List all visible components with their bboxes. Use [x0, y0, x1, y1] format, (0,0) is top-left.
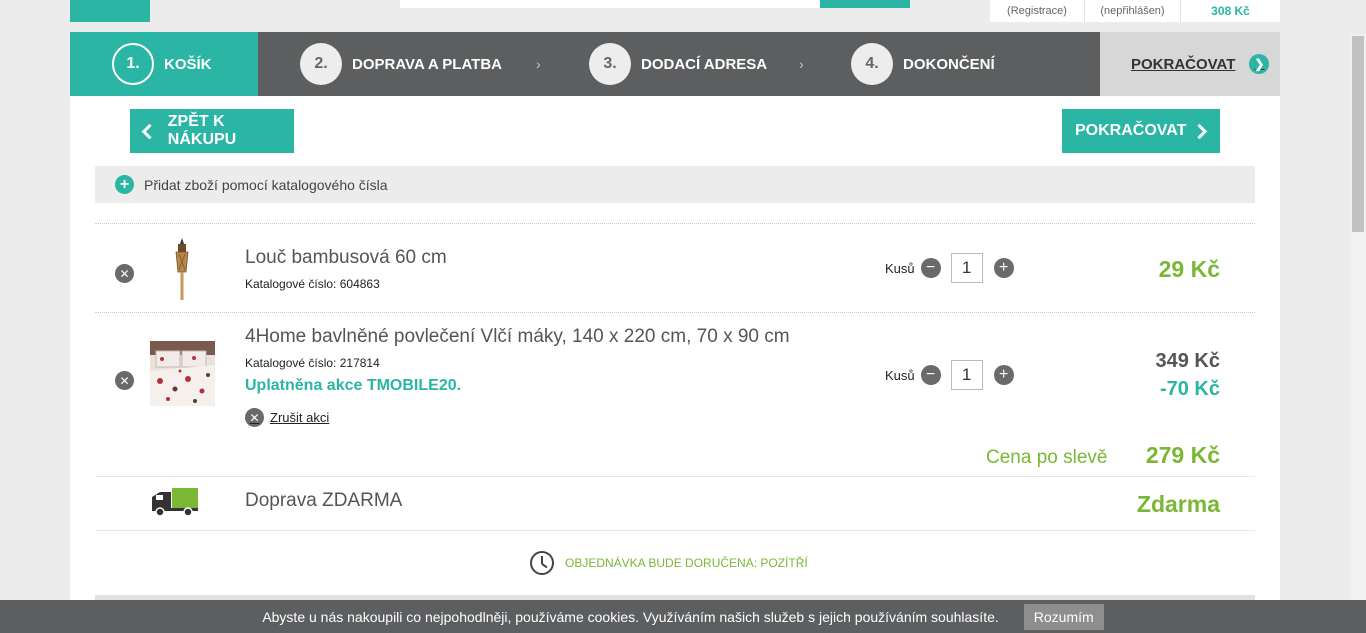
chevron-left-icon — [141, 123, 158, 139]
cookie-accept-button[interactable]: Rozumím — [1023, 603, 1104, 630]
back-to-shop-button[interactable]: ZPĚT K NÁKUPU — [130, 109, 294, 153]
add-by-catalog-label: Přidat zboží pomocí katalogového čísla — [144, 176, 388, 193]
step-number: 3. — [589, 43, 631, 85]
clock-icon — [530, 551, 554, 575]
checkout-steps: 1. KOŠÍK 2. DOPRAVA A PLATBA › 3. DODACÍ… — [70, 32, 1280, 96]
cookie-text: Abyste u nás nakoupili co nejpohodlněji,… — [262, 608, 999, 625]
item-original-price: 349 Kč — [1155, 350, 1221, 372]
divider — [95, 312, 1255, 313]
login-status[interactable]: (nepřihlášen) — [1085, 0, 1181, 22]
page-scrollbar[interactable] — [1350, 34, 1366, 600]
quantity-input[interactable] — [950, 253, 983, 283]
step-number: 4. — [851, 43, 893, 85]
qty-label: Kusů — [885, 260, 915, 276]
promo-applied: Uplatněna akce TMOBILE20. — [245, 377, 462, 394]
quantity-input[interactable] — [950, 360, 983, 390]
scrollbar-thumb[interactable] — [1352, 36, 1364, 232]
item-name[interactable]: 4Home bavlněné povlečení Vlčí máky, 140 … — [245, 326, 790, 348]
cart-total[interactable]: 308 Kč — [1181, 0, 1280, 22]
divider — [95, 223, 1255, 224]
search-input[interactable] — [400, 0, 820, 8]
step-number: 2. — [300, 43, 342, 85]
step-number: 1. — [112, 43, 154, 85]
plus-icon: + — [115, 175, 134, 194]
remove-item-icon[interactable]: ✕ — [115, 371, 134, 390]
item-catalog-number: Katalogové číslo: 217814 — [245, 356, 380, 370]
remove-item-icon[interactable]: ✕ — [115, 264, 134, 283]
quantity-stepper: Kusů − + — [885, 360, 1014, 390]
step-separator-icon: › — [536, 56, 541, 72]
cookie-bar: Abyste u nás nakoupili co nejpohodlněji,… — [0, 600, 1366, 633]
continue-button[interactable]: POKRAČOVAT — [1062, 109, 1220, 153]
steps-continue-label: POKRAČOVAT — [1131, 55, 1236, 73]
delivery-note-text: OBJEDNÁVKA BUDE DORUČENA: POZÍTŘÍ — [565, 556, 808, 570]
continue-button-label: POKRAČOVAT — [1075, 122, 1187, 139]
step-shipping-payment[interactable]: 2. DOPRAVA A PLATBA — [300, 32, 502, 96]
user-bar: (Registrace) (nepřihlášen) 308 Kč — [990, 0, 1280, 22]
step-cart[interactable]: 1. KOŠÍK — [70, 32, 258, 96]
quantity-stepper: Kusů − + — [885, 253, 1014, 283]
divider — [95, 530, 1255, 531]
add-by-catalog-bar[interactable]: + Přidat zboží pomocí katalogového čísla — [95, 166, 1255, 203]
register-link[interactable]: (Registrace) — [990, 0, 1085, 22]
step-label: DOKONČENÍ — [903, 55, 995, 73]
divider — [95, 476, 1255, 477]
plus-icon[interactable]: + — [993, 258, 1014, 278]
search-button[interactable] — [820, 0, 910, 8]
item-discount: -70 Kč — [1159, 378, 1220, 400]
cancel-promo-link[interactable]: ✕ Zrušit akci — [245, 408, 329, 427]
delivery-note: OBJEDNÁVKA BUDE DORUČENA: POZÍTŘÍ — [530, 551, 808, 575]
delivery-truck-icon — [152, 488, 198, 517]
step-delivery-address[interactable]: 3. DODACÍ ADRESA — [589, 32, 767, 96]
price-after-discount: 279 Kč — [1145, 442, 1220, 468]
item-price: 29 Kč — [1158, 256, 1220, 282]
steps-continue-link[interactable]: POKRAČOVAT ❯ — [1100, 32, 1280, 96]
step-label: KOŠÍK — [164, 55, 212, 73]
plus-icon[interactable]: + — [993, 365, 1014, 385]
minus-icon[interactable]: − — [920, 258, 941, 278]
item-name[interactable]: Louč bambusová 60 cm — [245, 247, 447, 269]
bedding-image — [150, 341, 215, 406]
qty-label: Kusů — [885, 367, 915, 383]
chevron-right-icon: ❯ — [1249, 54, 1270, 74]
item-catalog-number: Katalogové číslo: 604863 — [245, 277, 380, 291]
shipping-name: Doprava ZDARMA — [245, 490, 403, 511]
minus-icon[interactable]: − — [920, 365, 941, 385]
step-label: DOPRAVA A PLATBA — [352, 55, 502, 73]
site-logo[interactable] — [70, 0, 150, 22]
shipping-price: Zdarma — [1136, 491, 1220, 517]
chevron-right-icon — [1192, 123, 1208, 139]
close-icon: ✕ — [245, 408, 264, 427]
step-label: DODACÍ ADRESA — [641, 55, 768, 73]
cancel-promo-label: Zrušit akci — [270, 410, 330, 425]
back-button-label: ZPĚT K NÁKUPU — [167, 113, 237, 148]
bamboo-torch-image — [175, 238, 189, 300]
step-separator-icon: › — [799, 56, 804, 72]
step-finish[interactable]: 4. DOKONČENÍ — [851, 32, 995, 96]
